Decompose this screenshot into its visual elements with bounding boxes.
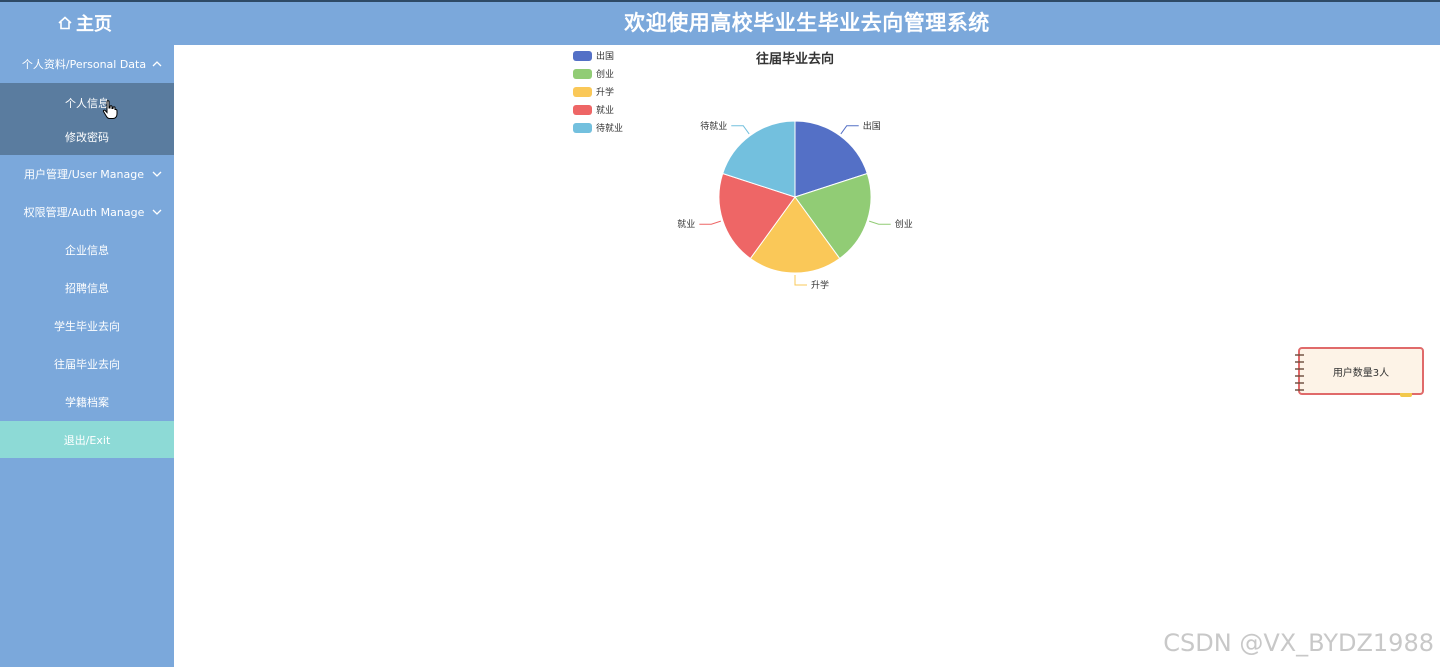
legend-label: 出国	[596, 52, 615, 62]
legend-item[interactable]: 待就业	[573, 121, 623, 134]
legend-swatch	[573, 104, 592, 115]
chart-area	[174, 45, 1440, 667]
home-link[interactable]: 主页	[58, 10, 112, 36]
legend-label: 待就业	[596, 124, 624, 134]
chevron-down-icon	[152, 209, 162, 215]
sidebar-group-user-label: 用户管理/User Manage	[24, 168, 144, 181]
home-icon	[58, 16, 72, 30]
sidebar-item-student-destination[interactable]: 学生毕业去向	[0, 307, 174, 345]
legend-swatch	[573, 86, 592, 97]
legend-swatch	[573, 122, 592, 133]
page-title: 欢迎使用高校毕业生毕业去向管理系统	[624, 11, 990, 35]
user-count-note: 用户数量3人	[1295, 347, 1424, 397]
legend-swatch	[573, 50, 592, 61]
legend-item[interactable]: 创业	[573, 67, 614, 80]
legend-item[interactable]: 升学	[573, 85, 614, 98]
sidebar-group-personal-label: 个人资料/Personal Data	[21, 58, 147, 71]
sidebar-group-auth[interactable]: 权限管理/Auth Manage	[0, 193, 174, 231]
chevron-down-icon	[152, 171, 162, 177]
note-tab	[1400, 393, 1412, 397]
user-count-text: 用户数量3人	[1332, 367, 1390, 379]
sidebar-item-student-records[interactable]: 学籍档案	[0, 383, 174, 421]
sidebar-group-personal[interactable]: 个人资料/Personal Data	[0, 45, 174, 83]
chart-title: 往届毕业去向	[755, 52, 834, 67]
sidebar-item-personal-info[interactable]: 个人信息	[0, 83, 174, 120]
legend-item[interactable]: 出国	[573, 49, 614, 62]
legend-label: 升学	[596, 88, 615, 98]
watermark: CSDN @VX_BYDZ1988	[1163, 629, 1434, 657]
legend-item[interactable]: 就业	[573, 103, 614, 116]
legend-swatch	[573, 68, 592, 79]
sidebar-group-auth-label: 权限管理/Auth Manage	[23, 206, 145, 219]
top-header: 主页 欢迎使用高校毕业生毕业去向管理系统	[0, 0, 1440, 45]
sidebar-item-past-destination[interactable]: 往届毕业去向	[0, 345, 174, 383]
sidebar: 个人资料/Personal Data 个人信息 修改密码 用户管理/User M…	[0, 45, 174, 667]
legend-label: 就业	[596, 106, 615, 116]
sidebar-group-user[interactable]: 用户管理/User Manage	[0, 155, 174, 193]
notebook-rings-icon	[1295, 354, 1304, 391]
hand-cursor-icon	[102, 100, 118, 119]
chevron-up-icon	[152, 61, 162, 67]
legend-label: 创业	[596, 70, 615, 80]
sidebar-item-exit[interactable]: 退出/Exit	[0, 421, 174, 458]
home-label: 主页	[76, 14, 112, 35]
sidebar-personal-submenu: 个人信息 修改密码	[0, 83, 174, 155]
sidebar-item-company-info[interactable]: 企业信息	[0, 231, 174, 269]
sidebar-item-recruitment[interactable]: 招聘信息	[0, 269, 174, 307]
sidebar-item-change-password[interactable]: 修改密码	[0, 120, 174, 155]
